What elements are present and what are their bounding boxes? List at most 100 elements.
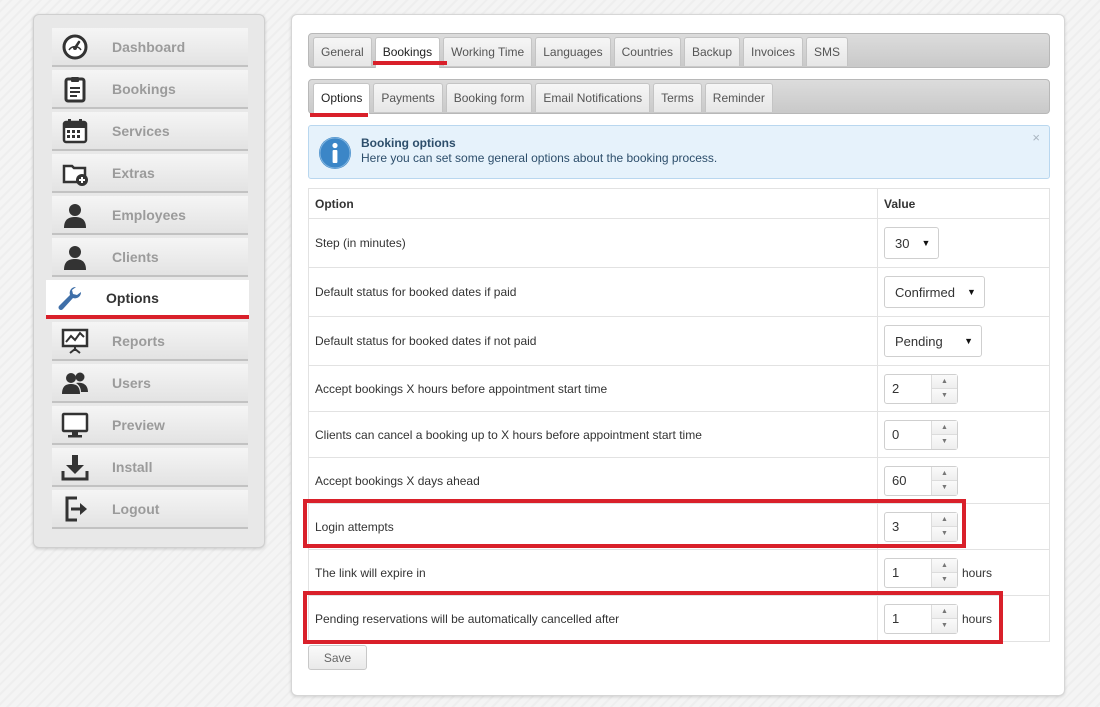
stepper-down-icon[interactable]: ▼: [932, 435, 957, 449]
stepper-down-icon[interactable]: ▼: [932, 619, 957, 633]
table-row: Accept bookings X days ahead 60 ▲ ▼: [308, 457, 1050, 504]
stepper-value: 2: [892, 380, 900, 396]
stepper-up-icon[interactable]: ▲: [932, 374, 957, 389]
stepper-value: 3: [892, 518, 900, 534]
options-panel: General Bookings Working Time Languages …: [291, 14, 1065, 696]
option-label: Accept bookings X hours before appointme…: [308, 365, 878, 412]
sidebar-item-label: Extras: [112, 164, 155, 181]
hours-before-start-stepper[interactable]: 2 ▲ ▼: [884, 373, 958, 404]
sidebar-item-label: Users: [112, 374, 151, 391]
info-icon: [319, 137, 351, 169]
option-label: Default status for booked dates if paid: [308, 267, 878, 317]
table-row: Login attempts 3 ▲ ▼: [308, 503, 1050, 550]
stepper-value: 60: [892, 472, 907, 488]
sidebar-item-preview[interactable]: Preview: [52, 406, 248, 445]
sidebar-item-label: Preview: [112, 416, 165, 433]
select-value: Pending: [895, 333, 943, 349]
unit-label: hours: [962, 611, 993, 626]
table-row: Default status for booked dates if paid …: [308, 267, 1050, 317]
cancel-hours-stepper[interactable]: 0 ▲ ▼: [884, 419, 958, 450]
stepper-down-icon[interactable]: ▼: [932, 527, 957, 541]
tab-payments[interactable]: Payments: [373, 83, 443, 112]
tab-booking-form[interactable]: Booking form: [445, 83, 533, 112]
table-row: Accept bookings X hours before appointme…: [308, 365, 1050, 412]
option-label: Pending reservations will be automatical…: [308, 595, 878, 642]
sidebar-item-label: Bookings: [112, 80, 176, 97]
stepper-down-icon[interactable]: ▼: [932, 481, 957, 495]
sidebar-item-extras[interactable]: Extras: [52, 154, 248, 193]
login-attempts-stepper[interactable]: 3 ▲ ▼: [884, 511, 958, 542]
sidebar-item-label: Services: [112, 122, 170, 139]
sidebar-item-bookings[interactable]: Bookings: [52, 70, 248, 109]
option-label: The link will expire in: [308, 549, 878, 596]
clipboard-icon: [60, 74, 90, 104]
sidebar-item-label: Clients: [112, 248, 159, 265]
column-header-value: Value: [877, 188, 1050, 219]
table-row: Default status for booked dates if not p…: [308, 316, 1050, 366]
sidebar-item-label: Employees: [112, 206, 186, 223]
person-icon: [60, 242, 90, 272]
sidebar-item-install[interactable]: Install: [52, 448, 248, 487]
option-label: Accept bookings X days ahead: [308, 457, 878, 504]
tab-languages[interactable]: Languages: [535, 37, 611, 66]
pending-cancel-stepper[interactable]: 1 ▲ ▼: [884, 603, 958, 634]
stepper-value: 0: [892, 426, 900, 442]
stepper-up-icon[interactable]: ▲: [932, 558, 957, 573]
option-label: Login attempts: [308, 503, 878, 550]
sidebar-item-logout[interactable]: Logout: [52, 490, 248, 529]
option-label: Clients can cancel a booking up to X hou…: [308, 411, 878, 458]
sidebar: Dashboard Bookings Services Extras Emplo…: [33, 14, 265, 548]
tab-reminder[interactable]: Reminder: [704, 83, 773, 112]
option-label: Default status for booked dates if not p…: [308, 316, 878, 366]
table-row: The link will expire in 1 ▲ ▼ hours: [308, 549, 1050, 596]
dashboard-gauge-icon: [60, 32, 90, 62]
sidebar-item-employees[interactable]: Employees: [52, 196, 248, 235]
tab-email-notifications[interactable]: Email Notifications: [535, 83, 651, 112]
sidebar-item-label: Logout: [112, 500, 160, 517]
tab-invoices[interactable]: Invoices: [743, 37, 804, 66]
stepper-up-icon[interactable]: ▲: [932, 420, 957, 435]
caret-down-icon: ▼: [921, 238, 931, 248]
sidebar-item-dashboard[interactable]: Dashboard: [52, 28, 248, 67]
sidebar-item-services[interactable]: Services: [52, 112, 248, 151]
sidebar-item-label: Reports: [112, 332, 165, 349]
download-icon: [60, 452, 90, 482]
active-tab-highlight: [373, 61, 447, 65]
stepper-up-icon[interactable]: ▲: [932, 512, 957, 527]
info-text: Here you can set some general options ab…: [361, 151, 718, 165]
table-row: Clients can cancel a booking up to X hou…: [308, 411, 1050, 458]
link-expiry-stepper[interactable]: 1 ▲ ▼: [884, 557, 958, 588]
sidebar-item-label: Install: [112, 458, 153, 475]
tab-working-time[interactable]: Working Time: [443, 37, 533, 66]
status-paid-select[interactable]: Confirmed ▼: [884, 276, 985, 308]
sidebar-item-label: Options: [106, 289, 159, 306]
close-icon[interactable]: ×: [1032, 130, 1040, 145]
sidebar-item-reports[interactable]: Reports: [52, 322, 248, 361]
days-ahead-stepper[interactable]: 60 ▲ ▼: [884, 465, 958, 496]
table-row: Step (in minutes) 30 ▼: [308, 218, 1050, 268]
tab-sms[interactable]: SMS: [806, 37, 849, 66]
wrench-icon: [54, 283, 84, 313]
sidebar-item-clients[interactable]: Clients: [52, 238, 248, 277]
tab-terms[interactable]: Terms: [653, 83, 702, 112]
sidebar-item-options[interactable]: Options: [46, 280, 249, 319]
save-button[interactable]: Save: [308, 645, 367, 670]
stepper-up-icon[interactable]: ▲: [932, 466, 957, 481]
status-not-paid-select[interactable]: Pending ▼: [884, 325, 982, 357]
options-table: Option Value Step (in minutes) 30 ▼ Defau…: [308, 188, 1050, 642]
tab-countries[interactable]: Countries: [613, 37, 681, 66]
step-minutes-select[interactable]: 30 ▼: [884, 227, 940, 259]
monitor-icon: [60, 410, 90, 440]
stepper-down-icon[interactable]: ▼: [932, 573, 957, 587]
table-row: Pending reservations will be automatical…: [308, 595, 1050, 642]
sidebar-item-users[interactable]: Users: [52, 364, 248, 403]
tab-options[interactable]: Options: [313, 83, 371, 114]
users-icon: [60, 368, 90, 398]
table-header-row: Option Value: [308, 188, 1050, 219]
stepper-down-icon[interactable]: ▼: [932, 389, 957, 403]
tab-backup[interactable]: Backup: [683, 37, 740, 66]
tab-general[interactable]: General: [313, 37, 372, 66]
caret-down-icon: ▼: [964, 336, 973, 346]
person-icon: [60, 200, 90, 230]
stepper-up-icon[interactable]: ▲: [932, 604, 957, 619]
